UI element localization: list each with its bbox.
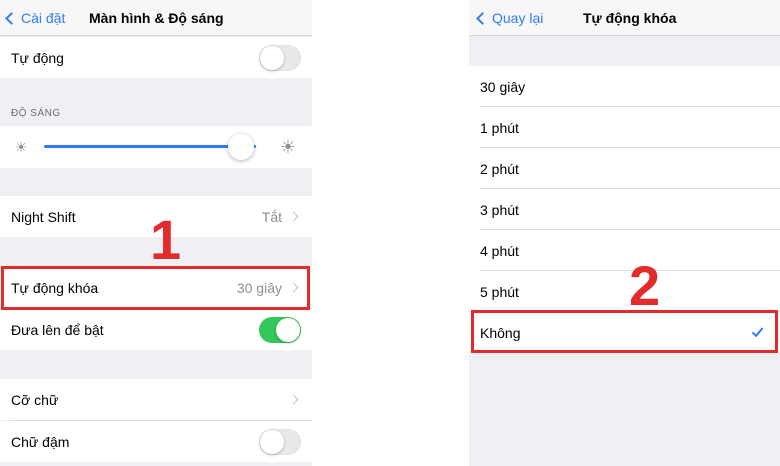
- toggle-knob: [260, 45, 284, 70]
- text-size-row[interactable]: Cỡ chữ: [0, 379, 312, 420]
- auto-brightness-row[interactable]: Tự động: [0, 37, 312, 78]
- brightness-slider-knob[interactable]: [228, 134, 255, 160]
- chevron-left-icon: [476, 11, 489, 25]
- row-label: Tự động: [11, 49, 64, 66]
- option-label: 5 phút: [480, 283, 519, 300]
- chevron-right-icon: [288, 211, 299, 222]
- brightness-slider-row: ☀ ☀: [0, 126, 312, 168]
- option-row[interactable]: 4 phút: [469, 230, 780, 271]
- auto-toggle[interactable]: [259, 44, 301, 71]
- row-label: Tự động khóa: [11, 279, 99, 296]
- option-row[interactable]: 30 giây: [469, 66, 780, 107]
- option-row[interactable]: Không: [469, 312, 780, 353]
- auto-lock-row[interactable]: Tự động khóa 30 giây: [0, 267, 312, 308]
- right-navbar: Quay lại Tự động khóa: [469, 0, 780, 36]
- row-label: Cỡ chữ: [11, 391, 59, 408]
- raise-to-wake-toggle[interactable]: [259, 316, 301, 343]
- row-label: Đưa lên để bật: [11, 321, 104, 338]
- option-label: 1 phút: [480, 119, 519, 136]
- sun-large-icon: ☀: [279, 136, 297, 157]
- chevron-left-icon: [5, 11, 18, 25]
- section-header-brightness: ĐỘ SÁNG: [11, 108, 61, 119]
- auto-lock-screen: Quay lại Tự động khóa 30 giây 1 phút 2 phú…: [469, 0, 780, 466]
- brightness-slider-track[interactable]: [44, 145, 256, 148]
- row-label: Night Shift: [11, 208, 76, 225]
- option-label: 30 giây: [480, 78, 526, 95]
- page-title: Tự động khóa: [583, 10, 677, 26]
- sun-small-icon: ☀: [14, 138, 28, 155]
- bold-text-row[interactable]: Chữ đậm: [0, 421, 312, 462]
- option-row[interactable]: 5 phút: [469, 271, 780, 312]
- step-number-1: 1: [150, 208, 182, 271]
- toggle-knob: [260, 429, 284, 454]
- step-number-2: 2: [629, 254, 661, 317]
- option-label: 2 phút: [480, 160, 519, 177]
- bold-text-toggle[interactable]: [259, 428, 301, 455]
- option-label: 4 phút: [480, 242, 519, 259]
- raise-to-wake-row[interactable]: Đưa lên để bật: [0, 309, 312, 350]
- row-value: 30 giây: [236, 279, 282, 296]
- row-label: Chữ đậm: [11, 433, 70, 450]
- back-button-settings[interactable]: Cài đặt: [4, 0, 65, 36]
- row-value: Tắt: [261, 208, 282, 225]
- chevron-right-icon: [288, 282, 299, 293]
- page-title: Màn hình & Độ sáng: [89, 10, 224, 26]
- option-row[interactable]: 3 phút: [469, 189, 780, 230]
- option-row[interactable]: 2 phút: [469, 148, 780, 189]
- option-label: 3 phút: [480, 201, 519, 218]
- display-brightness-screen: Cài đặt Màn hình & Độ sáng Tự động ĐỘ SÁ…: [0, 0, 312, 466]
- option-label: Không: [480, 324, 521, 341]
- toggle-knob: [276, 317, 300, 342]
- checkmark-icon: [751, 324, 764, 337]
- left-navbar: Cài đặt Màn hình & Độ sáng: [0, 0, 312, 36]
- back-button[interactable]: Quay lại: [475, 0, 543, 36]
- chevron-right-icon: [288, 394, 299, 405]
- back-label: Quay lại: [492, 10, 544, 26]
- option-row[interactable]: 1 phút: [469, 107, 780, 148]
- back-label: Cài đặt: [21, 10, 66, 26]
